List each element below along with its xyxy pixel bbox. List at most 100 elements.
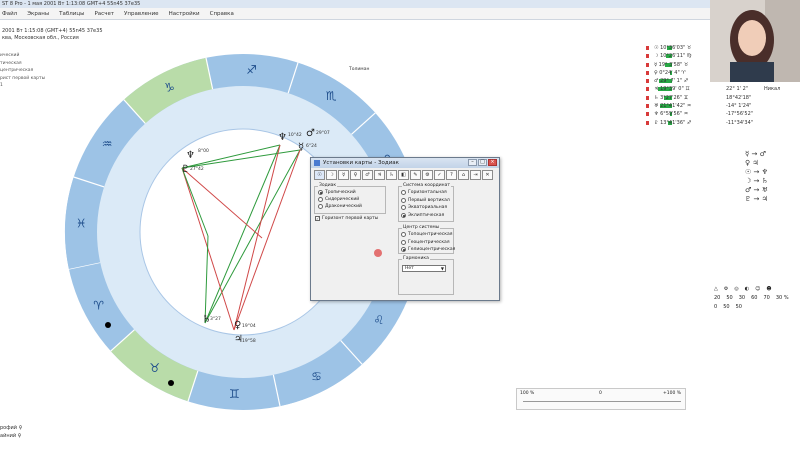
- planet-degree-label: 19°04: [242, 323, 256, 329]
- toolbar-button[interactable]: ?: [446, 170, 457, 180]
- center-group-label: Центр системы: [402, 225, 441, 230]
- stats-panel: △ ⚙ ◎ ◐ ☺ ☻ 20 50 30 60 70 30 % 0 50 50: [714, 284, 800, 311]
- radio-label: Горизонтальная: [408, 190, 447, 195]
- planet-degree-label: 27°42: [190, 166, 204, 172]
- radio-option[interactable]: Сидерический: [318, 197, 359, 202]
- presenter-avatar: [710, 0, 800, 82]
- planet-degree-label: 8°00: [198, 148, 209, 154]
- close-button[interactable]: ×: [488, 159, 497, 166]
- planet-position: ♅ 21°41'42" ♒: [654, 103, 692, 110]
- planet-position: ☽ 10°26'11" ♍: [654, 53, 692, 60]
- radio-label: Сидерический: [325, 197, 360, 202]
- radio-option[interactable]: Эклиптическая: [401, 212, 444, 218]
- planet-glyph[interactable]: ♂: [306, 128, 315, 139]
- radio-option[interactable]: Гелиоцентрическая: [401, 247, 455, 252]
- zodiac-sign-glyph: ♈: [93, 299, 104, 313]
- radio-option[interactable]: Первый вертикал: [401, 197, 450, 203]
- stat-value: 30: [738, 294, 746, 301]
- radio-option[interactable]: Горизонтальная: [401, 190, 447, 195]
- toolbar-button[interactable]: ☉: [314, 170, 325, 180]
- marker-bar: [646, 112, 649, 117]
- slider-track[interactable]: [523, 401, 681, 402]
- aspects-list: ☿ → ♂ ♀ ♃ ☉ → ♆ ☽ → ♄ ♂ → ♅ ♇ → ♃: [745, 150, 768, 204]
- weight-slider[interactable]: 100 % 0 +100 %: [516, 388, 686, 410]
- radio-icon: [401, 247, 406, 252]
- planet-glyph[interactable]: ♆: [278, 132, 287, 143]
- planet-degree-label: 3°27: [210, 316, 221, 322]
- radio-option[interactable]: Геоцентрическая: [401, 239, 450, 245]
- aspect-entry: ♀ ♃: [745, 159, 759, 167]
- maximize-button[interactable]: □: [478, 159, 487, 166]
- planet-glyph[interactable]: ♇: [181, 164, 190, 175]
- horizon-checkbox[interactable]: ✓ Горизонт первой карты: [315, 216, 378, 221]
- planet-row[interactable]: ♅ 21°41'42" ♒ -14° 1'24": [630, 102, 800, 110]
- planet-declination: -17°56'52": [726, 111, 754, 118]
- stat-value: 60: [751, 294, 758, 301]
- radio-option[interactable]: Экваториальная: [401, 205, 447, 210]
- planet-glyph[interactable]: ☿: [298, 142, 304, 153]
- checkbox-icon: ✓: [315, 216, 320, 221]
- radio-label: Топоцентрическая: [408, 232, 453, 237]
- planet-row[interactable]: ♇ 13°41'36" ♐ -11°34'34": [630, 119, 800, 127]
- marker-bar: [646, 95, 649, 100]
- planet-declination: 22° 1' 2": [726, 86, 749, 93]
- toolbar-button[interactable]: ⚙: [422, 170, 433, 180]
- horizon-label: Горизонт первой карты: [322, 216, 379, 221]
- stat-value: 50: [735, 303, 742, 310]
- radio-icon: [401, 239, 406, 245]
- marker-bar: [646, 104, 649, 109]
- stats-row-2: 0 50 50: [714, 302, 800, 311]
- planet-row[interactable]: ♄ 3°27'26" ♊ 18°42'18": [630, 94, 800, 102]
- zodiac-sign-glyph: ♌: [373, 313, 384, 327]
- planet-glyph[interactable]: ♀: [234, 320, 241, 331]
- planet-degree-label: 29°07: [316, 130, 330, 136]
- dialog-title: Установки карты - Зодиак: [323, 160, 399, 166]
- half-circle-icon: ◐: [744, 285, 750, 292]
- planet-position: ♄ 3°27'26" ♊: [654, 94, 689, 101]
- toolbar-button[interactable]: ☽: [326, 170, 337, 180]
- toolbar-button[interactable]: ◧: [398, 170, 409, 180]
- radio-icon: [401, 212, 406, 218]
- toolbar-button[interactable]: ♂: [362, 170, 373, 180]
- planet-declination: 18°42'18": [726, 94, 752, 101]
- planet-glyph[interactable]: ♆: [186, 150, 195, 161]
- toolbar-button[interactable]: ♀: [350, 170, 361, 180]
- planet-row[interactable]: ♆ 6°59'56" ♒ -17°56'52": [630, 110, 800, 118]
- circle-icon: ◎: [734, 285, 739, 292]
- harmonic-select[interactable]: Нет ▼: [402, 265, 446, 272]
- aspect-entry: ☽ → ♄: [745, 177, 768, 185]
- planet-row[interactable]: ♃ 19°39' 0" ♊ 22° 1' 2" Никал: [630, 85, 800, 93]
- radio-icon: [318, 190, 323, 195]
- zodiac-sign-glyph: ♉: [149, 361, 160, 375]
- zodiac-sign-glyph: ♑: [164, 81, 175, 95]
- toolbar-button[interactable]: ✕: [482, 170, 493, 180]
- planet-degree-label: 6°24: [306, 143, 317, 149]
- toolbar-button[interactable]: ☿: [338, 170, 349, 180]
- zodiac-sign-glyph: ♒: [102, 137, 113, 151]
- marker-bar: [646, 87, 649, 92]
- toolbar-button[interactable]: ⌂: [458, 170, 469, 180]
- bottom-left-list: рофий ♀ айний ♀: [0, 424, 22, 440]
- bottom-list-item: рофий ♀: [0, 425, 23, 431]
- planet-position: ☉ 10°36'03" ♉: [654, 45, 692, 51]
- toolbar-button[interactable]: ✎: [410, 170, 421, 180]
- face-icon: ☻: [766, 285, 772, 292]
- radio-option[interactable]: Тропический: [318, 190, 356, 195]
- radio-option[interactable]: Драконический: [318, 204, 362, 209]
- radio-label: Первый вертикал: [408, 197, 450, 203]
- radio-option[interactable]: Топоцентрическая: [401, 232, 452, 237]
- toolbar-button[interactable]: ✓: [434, 170, 445, 180]
- mouse-cursor: [374, 249, 382, 257]
- planet-star-name: Никал: [764, 86, 781, 93]
- toolbar-button[interactable]: ♄: [386, 170, 397, 180]
- minimize-button[interactable]: –: [468, 159, 477, 166]
- toolbar-button[interactable]: ♃: [374, 170, 385, 180]
- stats-row-1: 20 50 30 60 70 30 %: [714, 293, 800, 302]
- planet-declination: -14° 1'24": [726, 103, 752, 110]
- radio-icon: [401, 190, 406, 195]
- webcam-overlay: [710, 0, 800, 82]
- planet-position: ♂ 29° 7' 1" ♐: [654, 78, 689, 85]
- stat-value: 50: [723, 303, 730, 310]
- aspect-entry: ☿ → ♂: [745, 150, 766, 158]
- toolbar-button[interactable]: ⇥: [470, 170, 481, 180]
